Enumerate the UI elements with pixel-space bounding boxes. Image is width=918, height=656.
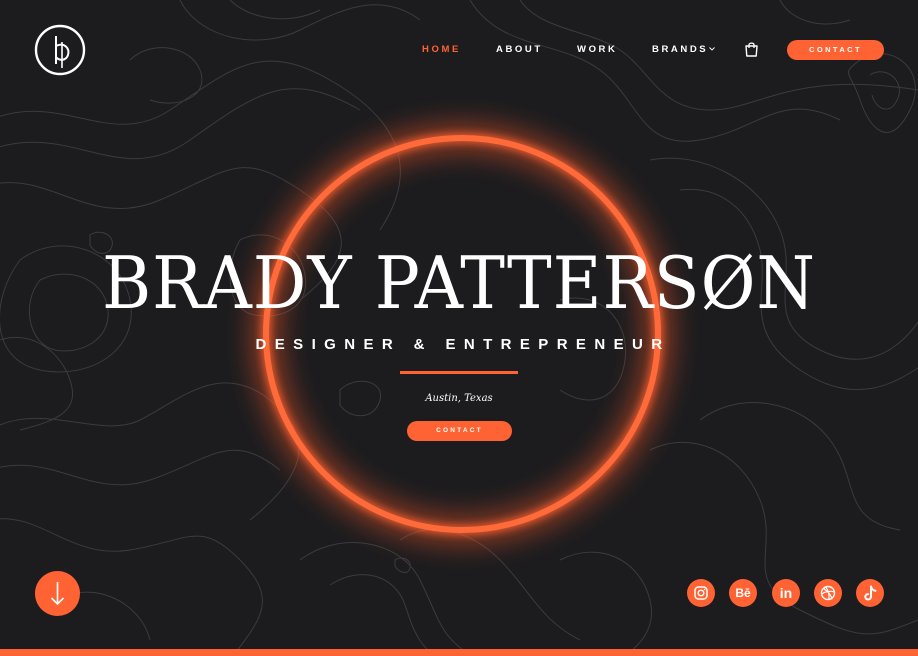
linkedin-icon: in	[779, 585, 793, 601]
hero-contact-button[interactable]: CONTACT	[407, 421, 512, 441]
behance-link[interactable]: Bē	[729, 579, 757, 607]
dribbble-link[interactable]	[814, 579, 842, 607]
instagram-link[interactable]	[687, 579, 715, 607]
behance-icon: Bē	[735, 586, 751, 600]
dribbble-icon	[820, 585, 836, 601]
linkedin-link[interactable]: in	[772, 579, 800, 607]
instagram-icon	[694, 586, 708, 600]
glowing-ring	[253, 125, 671, 543]
bottom-accent-bar	[0, 649, 918, 656]
arrow-down-icon	[50, 582, 65, 606]
hero-title: BRADY PATTERSØN	[102, 241, 816, 325]
hero-subtitle: DESIGNER & ENTREPRENEUR	[255, 336, 671, 353]
scroll-down-button[interactable]	[35, 571, 80, 616]
tiktok-link[interactable]	[856, 579, 884, 607]
hero-divider	[400, 371, 518, 374]
hero-location: Austin, Texas	[425, 393, 493, 404]
tiktok-icon	[864, 585, 877, 601]
